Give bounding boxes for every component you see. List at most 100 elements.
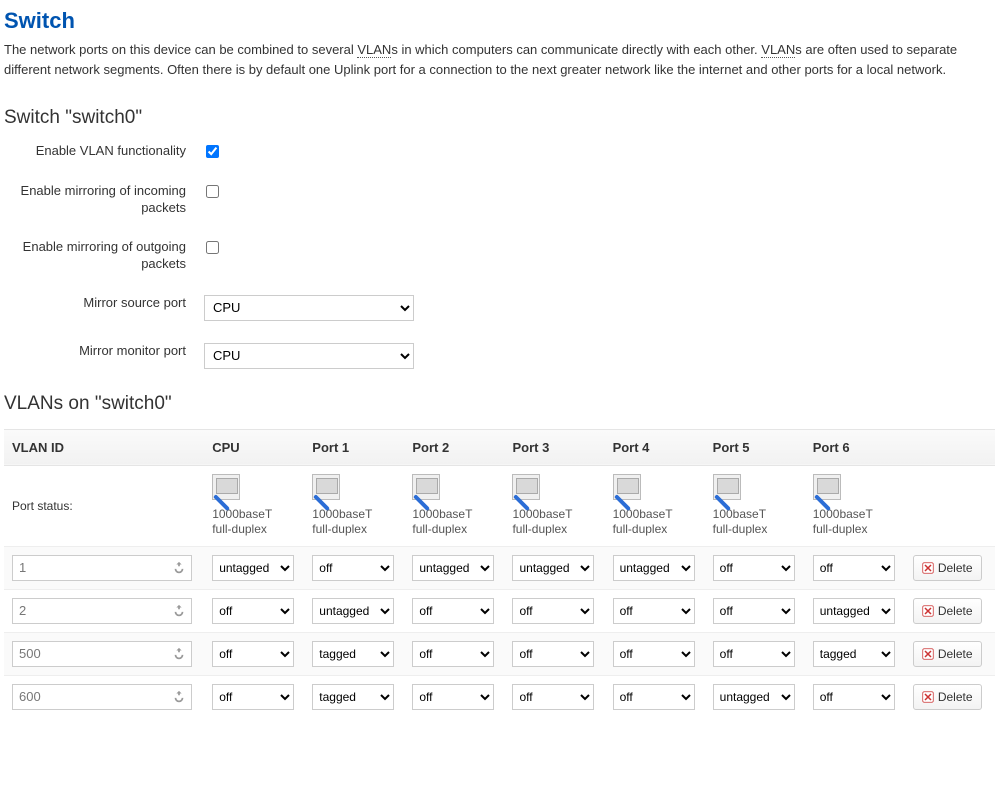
vlan-id-input[interactable] [12, 641, 192, 667]
mirror-src-label: Mirror source port [4, 295, 204, 312]
delete-label: Delete [938, 647, 973, 661]
enable-vlan-label: Enable VLAN functionality [4, 143, 204, 160]
port-tag-select[interactable]: untaggedtaggedoff [512, 598, 594, 624]
delete-icon [922, 562, 934, 574]
port-status-text: 100baseTfull-duplex [713, 507, 797, 538]
delete-button[interactable]: Delete [913, 641, 982, 667]
port-status-cell: 1000baseTfull-duplex [404, 465, 504, 546]
desc-text: s in which computers can communicate dir… [391, 42, 761, 57]
column-header-port: Port 2 [404, 429, 504, 465]
column-header-port: Port 4 [605, 429, 705, 465]
mirror-mon-select[interactable]: CPU [204, 343, 414, 369]
port-status-cell: 1000baseTfull-duplex [304, 465, 404, 546]
mirror-out-label: Enable mirroring of outgoing packets [4, 239, 204, 273]
vlan-id-input[interactable] [12, 684, 192, 710]
delete-label: Delete [938, 604, 973, 618]
port-tag-select[interactable]: untaggedtaggedoff [412, 598, 494, 624]
port-status-text: 1000baseTfull-duplex [613, 507, 697, 538]
vlan-table: VLAN IDCPUPort 1Port 2Port 3Port 4Port 5… [4, 429, 995, 718]
mirror-out-checkbox[interactable] [206, 241, 219, 254]
port-tag-select[interactable]: untaggedtaggedoff [312, 555, 394, 581]
delete-button[interactable]: Delete [913, 598, 982, 624]
column-header-port: Port 1 [304, 429, 404, 465]
port-tag-select[interactable]: untaggedtaggedoff [312, 598, 394, 624]
port-tag-select[interactable]: untaggedtaggedoff [813, 598, 895, 624]
port-tag-select[interactable]: untaggedtaggedoff [412, 684, 494, 710]
delete-icon [922, 648, 934, 660]
port-tag-select[interactable]: untaggedtaggedoff [713, 684, 795, 710]
vlan-id-input[interactable] [12, 555, 192, 581]
port-tag-select[interactable]: untaggedtaggedoff [613, 555, 695, 581]
delete-label: Delete [938, 561, 973, 575]
mirror-in-label: Enable mirroring of incoming packets [4, 183, 204, 217]
port-tag-select[interactable]: untaggedtaggedoff [512, 641, 594, 667]
mirror-mon-label: Mirror monitor port [4, 343, 204, 360]
port-tag-select[interactable]: untaggedtaggedoff [512, 555, 594, 581]
column-header-delete [905, 429, 995, 465]
delete-button[interactable]: Delete [913, 555, 982, 581]
mirror-in-checkbox[interactable] [206, 185, 219, 198]
port-status-text: 1000baseTfull-duplex [312, 507, 396, 538]
ethernet-port-icon [512, 474, 540, 500]
port-tag-select[interactable]: untaggedtaggedoff [713, 598, 795, 624]
reset-icon[interactable] [172, 647, 186, 661]
ethernet-port-icon [212, 474, 240, 500]
enable-vlan-checkbox[interactable] [206, 145, 219, 158]
desc-text: The network ports on this device can be … [4, 42, 357, 57]
port-status-cell: 1000baseTfull-duplex [204, 465, 304, 546]
delete-icon [922, 605, 934, 617]
vlan-section-title: VLANs on "switch0" [4, 393, 995, 415]
port-tag-select[interactable]: untaggedtaggedoff [212, 641, 294, 667]
port-tag-select[interactable]: untaggedtaggedoff [713, 555, 795, 581]
delete-label: Delete [938, 690, 973, 704]
vlan-row: untaggedtaggedoff untaggedtaggedoff untagg… [4, 589, 995, 632]
port-tag-select[interactable]: untaggedtaggedoff [813, 684, 895, 710]
reset-icon[interactable] [172, 604, 186, 618]
port-status-label: Port status: [4, 465, 204, 546]
port-tag-select[interactable]: untaggedtaggedoff [212, 555, 294, 581]
port-status-text: 1000baseTfull-duplex [412, 507, 496, 538]
port-status-text: 1000baseTfull-duplex [212, 507, 296, 538]
port-tag-select[interactable]: untaggedtaggedoff [613, 684, 695, 710]
port-status-cell: 1000baseTfull-duplex [605, 465, 705, 546]
port-tag-select[interactable]: untaggedtaggedoff [512, 684, 594, 710]
vlan-abbr: VLAN [357, 42, 391, 58]
ethernet-port-icon [312, 474, 340, 500]
port-tag-select[interactable]: untaggedtaggedoff [212, 598, 294, 624]
page-title: Switch [4, 8, 995, 34]
reset-icon[interactable] [172, 690, 186, 704]
column-header-vlan-id: VLAN ID [4, 429, 204, 465]
page-description: The network ports on this device can be … [4, 40, 995, 79]
port-status-cell: 100baseTfull-duplex [705, 465, 805, 546]
ethernet-port-icon [713, 474, 741, 500]
delete-icon [922, 691, 934, 703]
port-tag-select[interactable]: untaggedtaggedoff [212, 684, 294, 710]
port-tag-select[interactable]: untaggedtaggedoff [412, 641, 494, 667]
mirror-src-select[interactable]: CPU [204, 295, 414, 321]
port-tag-select[interactable]: untaggedtaggedoff [412, 555, 494, 581]
column-header-port: CPU [204, 429, 304, 465]
reset-icon[interactable] [172, 561, 186, 575]
port-tag-select[interactable]: untaggedtaggedoff [312, 641, 394, 667]
port-status-cell: 1000baseTfull-duplex [805, 465, 905, 546]
port-status-text: 1000baseTfull-duplex [813, 507, 897, 538]
column-header-port: Port 3 [504, 429, 604, 465]
port-tag-select[interactable]: untaggedtaggedoff [312, 684, 394, 710]
port-status-text: 1000baseTfull-duplex [512, 507, 596, 538]
ethernet-port-icon [613, 474, 641, 500]
vlan-abbr: VLAN [761, 42, 795, 58]
column-header-port: Port 6 [805, 429, 905, 465]
vlan-row: untaggedtaggedoff untaggedtaggedoff untagg… [4, 632, 995, 675]
delete-button[interactable]: Delete [913, 684, 982, 710]
vlan-id-input[interactable] [12, 598, 192, 624]
port-tag-select[interactable]: untaggedtaggedoff [613, 641, 695, 667]
port-tag-select[interactable]: untaggedtaggedoff [813, 641, 895, 667]
vlan-row: untaggedtaggedoff untaggedtaggedoff untagg… [4, 546, 995, 589]
port-tag-select[interactable]: untaggedtaggedoff [713, 641, 795, 667]
port-tag-select[interactable]: untaggedtaggedoff [813, 555, 895, 581]
column-header-port: Port 5 [705, 429, 805, 465]
port-status-cell: 1000baseTfull-duplex [504, 465, 604, 546]
ethernet-port-icon [412, 474, 440, 500]
port-tag-select[interactable]: untaggedtaggedoff [613, 598, 695, 624]
switch-section-title: Switch "switch0" [4, 107, 995, 129]
